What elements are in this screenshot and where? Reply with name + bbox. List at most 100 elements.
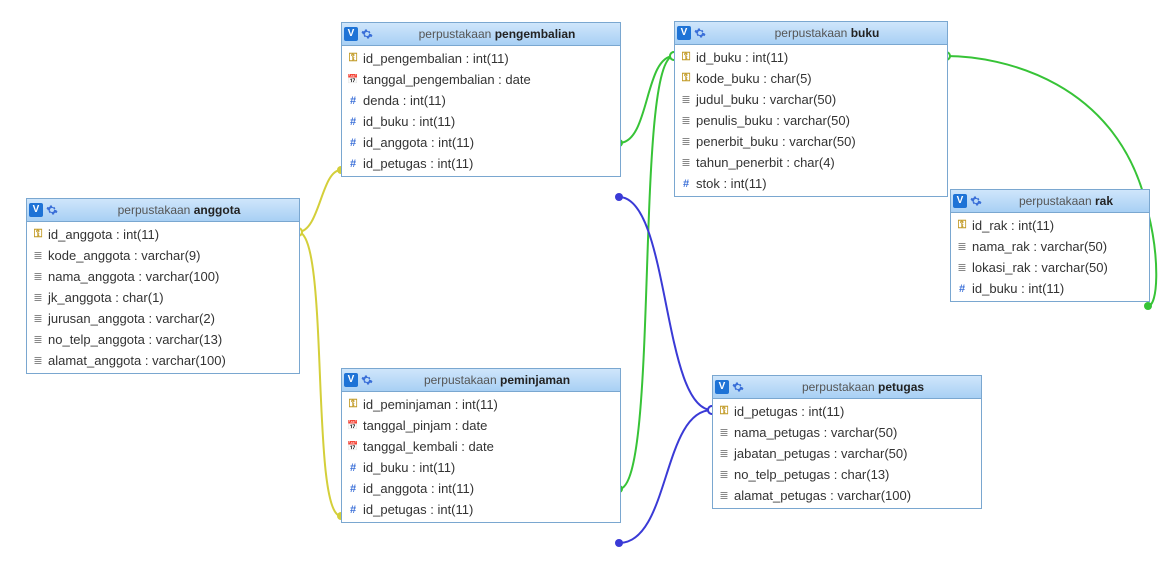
column-row[interactable]: #id_petugas : int(11): [342, 153, 620, 174]
table-title: perpustakaan buku: [711, 26, 943, 40]
column-row[interactable]: ≣alamat_petugas : varchar(100): [713, 485, 981, 506]
column-row[interactable]: 📅tanggal_kembali : date: [342, 436, 620, 457]
column-label: id_anggota : int(11): [363, 135, 474, 150]
gear-icon[interactable]: [45, 203, 59, 217]
column-row[interactable]: ≣judul_buku : varchar(50): [675, 89, 947, 110]
column-row[interactable]: ⚿kode_buku : char(5): [675, 68, 947, 89]
schema-label: perpustakaan: [424, 373, 497, 387]
column-row[interactable]: ≣alamat_anggota : varchar(100): [27, 350, 299, 371]
column-label: jabatan_petugas : varchar(50): [734, 446, 907, 461]
collapse-icon[interactable]: V: [953, 194, 967, 208]
collapse-icon[interactable]: V: [29, 203, 43, 217]
primary-key-icon: ⚿: [679, 51, 693, 65]
primary-key-icon: ⚿: [31, 228, 45, 242]
column-row[interactable]: ≣nama_rak : varchar(50): [951, 236, 1149, 257]
column-row[interactable]: #id_petugas : int(11): [342, 499, 620, 520]
number-column-icon: #: [346, 461, 360, 475]
column-row[interactable]: #id_buku : int(11): [342, 457, 620, 478]
column-list: ⚿id_anggota : int(11)≣kode_anggota : var…: [27, 222, 299, 373]
table-rak[interactable]: Vperpustakaan rak⚿id_rak : int(11)≣nama_…: [950, 189, 1150, 302]
column-row[interactable]: #denda : int(11): [342, 90, 620, 111]
table-header[interactable]: Vperpustakaan petugas: [713, 376, 981, 399]
table-anggota[interactable]: Vperpustakaan anggota⚿id_anggota : int(1…: [26, 198, 300, 374]
column-row[interactable]: ≣kode_anggota : varchar(9): [27, 245, 299, 266]
collapse-icon[interactable]: V: [344, 27, 358, 41]
gear-icon[interactable]: [693, 26, 707, 40]
table-name-label: buku: [851, 26, 880, 40]
column-row[interactable]: ⚿id_buku : int(11): [675, 47, 947, 68]
column-row[interactable]: ≣jk_anggota : char(1): [27, 287, 299, 308]
table-name-label: peminjaman: [500, 373, 570, 387]
collapse-icon[interactable]: V: [715, 380, 729, 394]
table-pengembalian[interactable]: Vperpustakaan pengembalian⚿id_pengembali…: [341, 22, 621, 177]
collapse-icon[interactable]: V: [677, 26, 691, 40]
gear-icon[interactable]: [360, 27, 374, 41]
column-row[interactable]: ≣nama_petugas : varchar(50): [713, 422, 981, 443]
relation-line[interactable]: [298, 170, 341, 232]
relation-line[interactable]: [298, 232, 341, 516]
collapse-icon[interactable]: V: [344, 373, 358, 387]
relation-line[interactable]: [619, 410, 712, 543]
primary-key-icon: ⚿: [346, 398, 360, 412]
column-row[interactable]: ≣tahun_penerbit : char(4): [675, 152, 947, 173]
text-column-icon: ≣: [31, 270, 45, 284]
number-column-icon: #: [346, 136, 360, 150]
column-list: ⚿id_rak : int(11)≣nama_rak : varchar(50)…: [951, 213, 1149, 301]
column-row[interactable]: ≣nama_anggota : varchar(100): [27, 266, 299, 287]
table-petugas[interactable]: Vperpustakaan petugas⚿id_petugas : int(1…: [712, 375, 982, 509]
table-header[interactable]: Vperpustakaan pengembalian: [342, 23, 620, 46]
gear-icon[interactable]: [731, 380, 745, 394]
gear-icon[interactable]: [969, 194, 983, 208]
number-column-icon: #: [955, 282, 969, 296]
column-list: ⚿id_peminjaman : int(11)📅tanggal_pinjam …: [342, 392, 620, 522]
text-column-icon: ≣: [31, 354, 45, 368]
relation-line[interactable]: [619, 56, 674, 489]
column-row[interactable]: ≣lokasi_rak : varchar(50): [951, 257, 1149, 278]
column-label: tahun_penerbit : char(4): [696, 155, 835, 170]
column-row[interactable]: ≣penerbit_buku : varchar(50): [675, 131, 947, 152]
column-row[interactable]: ⚿id_peminjaman : int(11): [342, 394, 620, 415]
text-column-icon: ≣: [679, 156, 693, 170]
column-row[interactable]: #id_anggota : int(11): [342, 132, 620, 153]
text-column-icon: ≣: [717, 426, 731, 440]
column-label: tanggal_kembali : date: [363, 439, 494, 454]
erd-canvas: Vperpustakaan anggota⚿id_anggota : int(1…: [0, 0, 1164, 588]
table-title: perpustakaan anggota: [63, 203, 295, 217]
column-label: judul_buku : varchar(50): [696, 92, 836, 107]
column-row[interactable]: ≣jurusan_anggota : varchar(2): [27, 308, 299, 329]
column-row[interactable]: 📅tanggal_pinjam : date: [342, 415, 620, 436]
column-row[interactable]: #stok : int(11): [675, 173, 947, 194]
gear-icon[interactable]: [360, 373, 374, 387]
table-peminjaman[interactable]: Vperpustakaan peminjaman⚿id_peminjaman :…: [341, 368, 621, 523]
table-name-label: pengembalian: [495, 27, 576, 41]
column-row[interactable]: #id_buku : int(11): [951, 278, 1149, 299]
column-label: kode_buku : char(5): [696, 71, 812, 86]
column-label: id_buku : int(11): [363, 114, 455, 129]
table-header[interactable]: Vperpustakaan buku: [675, 22, 947, 45]
column-row[interactable]: ≣no_telp_petugas : char(13): [713, 464, 981, 485]
text-column-icon: ≣: [679, 114, 693, 128]
column-row[interactable]: ≣no_telp_anggota : varchar(13): [27, 329, 299, 350]
column-label: nama_petugas : varchar(50): [734, 425, 897, 440]
column-label: id_buku : int(11): [363, 460, 455, 475]
column-row[interactable]: ⚿id_anggota : int(11): [27, 224, 299, 245]
column-row[interactable]: #id_buku : int(11): [342, 111, 620, 132]
column-row[interactable]: 📅tanggal_pengembalian : date: [342, 69, 620, 90]
column-row[interactable]: ≣jabatan_petugas : varchar(50): [713, 443, 981, 464]
table-header[interactable]: Vperpustakaan anggota: [27, 199, 299, 222]
column-row[interactable]: ≣penulis_buku : varchar(50): [675, 110, 947, 131]
column-label: id_rak : int(11): [972, 218, 1054, 233]
column-label: denda : int(11): [363, 93, 446, 108]
table-title: perpustakaan peminjaman: [378, 373, 616, 387]
table-buku[interactable]: Vperpustakaan buku⚿id_buku : int(11)⚿kod…: [674, 21, 948, 197]
column-row[interactable]: ⚿id_pengembalian : int(11): [342, 48, 620, 69]
table-header[interactable]: Vperpustakaan rak: [951, 190, 1149, 213]
relation-endpoint-dot-icon: [615, 193, 623, 201]
relation-line[interactable]: [619, 197, 712, 410]
table-header[interactable]: Vperpustakaan peminjaman: [342, 369, 620, 392]
column-row[interactable]: ⚿id_petugas : int(11): [713, 401, 981, 422]
schema-label: perpustakaan: [775, 26, 848, 40]
column-row[interactable]: ⚿id_rak : int(11): [951, 215, 1149, 236]
relation-line[interactable]: [619, 56, 674, 143]
column-row[interactable]: #id_anggota : int(11): [342, 478, 620, 499]
